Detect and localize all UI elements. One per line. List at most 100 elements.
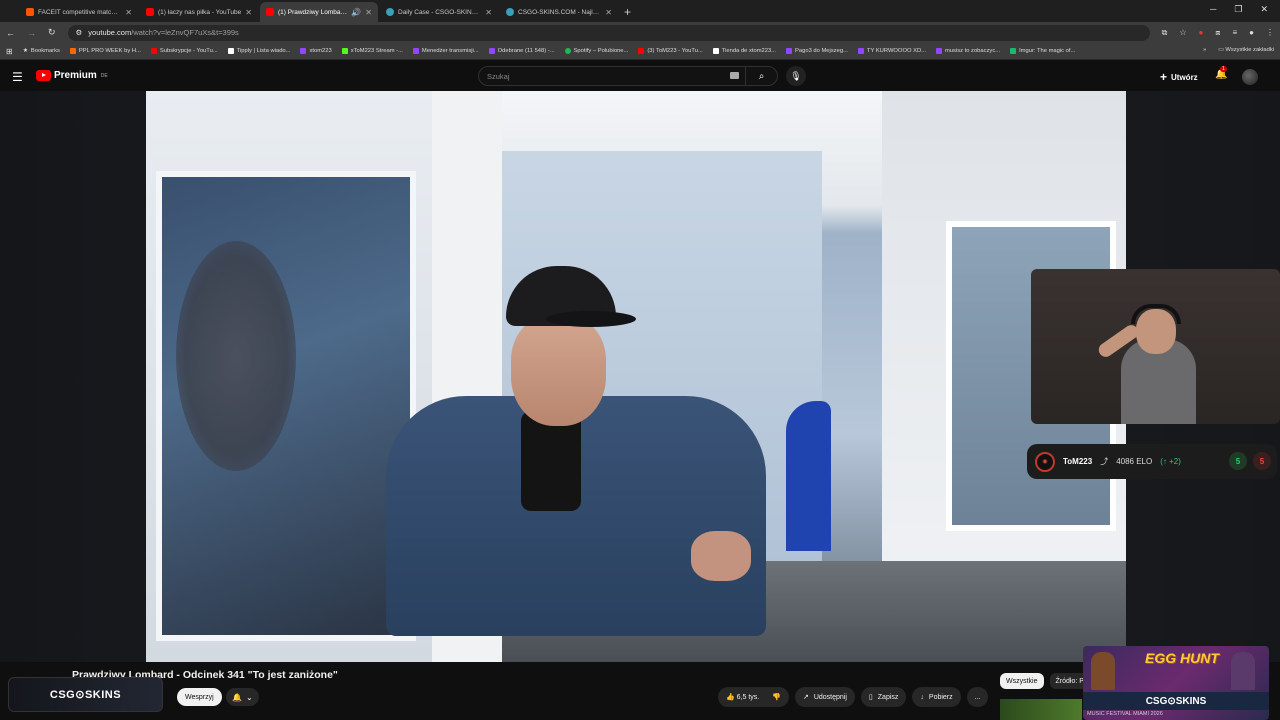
apps-grid-icon[interactable]: ⊞ — [6, 47, 13, 56]
all-bookmarks-button[interactable]: ▭ Wszystkie zakładki — [1218, 47, 1274, 53]
scene-hands — [691, 531, 751, 581]
window-controls: ─ ❐ ✕ — [1210, 0, 1280, 15]
keyboard-icon[interactable] — [730, 72, 739, 79]
profile-icon[interactable]: ● — [1249, 28, 1254, 38]
create-button[interactable]: + Utwórz — [1160, 70, 1198, 84]
scene-face — [511, 316, 606, 426]
faceit-level-icon: ◉ — [1035, 451, 1055, 472]
ad-subtitle: MUSIC FESTIVAL MIAMI 2026 — [1087, 711, 1163, 717]
thumbs-up-icon: 👍 — [726, 694, 735, 701]
related-video-thumbnail[interactable] — [1000, 699, 1082, 720]
search-button[interactable]: ⌕ — [745, 66, 777, 86]
bookmark-item[interactable]: TY KURWOOOO XD... — [857, 48, 926, 54]
bookmark-item[interactable]: Tienda de xtom223... — [712, 48, 776, 54]
address-bar[interactable]: ⚙ youtube.com/watch?v=leZnvQF7uXs&t=399s — [67, 24, 1150, 41]
youtube-favicon-icon — [638, 48, 645, 54]
trend-up-icon: ⤴ — [1100, 457, 1109, 466]
ad-banner[interactable]: EGG HUNT CSG⊙SKINS MUSIC FESTIVAL MIAMI … — [1083, 646, 1269, 720]
scene-blue-figure — [786, 401, 831, 551]
youtube-logo[interactable]: Premium DE — [36, 70, 108, 81]
save-button[interactable]: ▯ Zapisz — [860, 687, 907, 707]
scene-cap-brim — [546, 311, 636, 327]
bookmark-item[interactable]: ★ Bookmarks — [23, 48, 60, 54]
like-button[interactable]: 👍 6,5 tys. — [726, 693, 759, 701]
search-input[interactable]: Szukaj ⌕ — [478, 66, 778, 86]
browser-toolbar: ← → ↻ ⚙ youtube.com/watch?v=leZnvQF7uXs&… — [0, 22, 1280, 43]
twitch-favicon-icon — [857, 48, 864, 54]
download-button[interactable]: ↓ Pobierz — [912, 687, 961, 707]
avatar[interactable] — [1242, 69, 1258, 85]
bookmark-star-icon[interactable]: ☆ — [1179, 28, 1186, 38]
browser-tab-strip: FACEIT competitive match - FAC✕ (1) łacz… — [0, 0, 1280, 22]
csgoskins-favicon-icon — [386, 8, 394, 16]
download-icon: ↓ — [920, 693, 924, 701]
close-tab-icon[interactable]: ✕ — [125, 8, 132, 17]
streamer-webcam — [1031, 269, 1280, 424]
youtube-favicon-icon — [266, 8, 274, 16]
bookmark-item[interactable]: Tipply | Lista wiado... — [227, 48, 290, 54]
dislike-button[interactable]: 👎 — [772, 693, 781, 701]
headset-icon — [1131, 304, 1181, 324]
close-tab-icon[interactable]: ✕ — [365, 8, 372, 17]
chip-all[interactable]: Wszystkie — [1000, 673, 1044, 689]
more-actions-button[interactable]: ... — [966, 687, 989, 707]
microphone-icon: 🎙 — [790, 70, 802, 81]
close-tab-icon[interactable]: ✕ — [485, 8, 492, 17]
support-button[interactable]: Wesprzyj — [177, 688, 222, 706]
browser-tab-active[interactable]: (1) Prawdziwy Lombard - O🔊✕ — [260, 2, 378, 22]
bookmark-item[interactable]: (3) ToM223 - YouTu... — [638, 48, 703, 54]
opera-extension-icon[interactable]: ● — [1199, 28, 1204, 38]
browser-menu-icon[interactable]: ⋮ — [1266, 28, 1274, 38]
thumbs-down-icon: 👎 — [772, 694, 781, 701]
bookmark-item[interactable]: xToM223 Stream -... — [341, 48, 403, 54]
speaker-icon[interactable]: 🔊 — [351, 8, 361, 17]
forward-icon[interactable]: → — [27, 28, 36, 38]
scene-man — [386, 266, 766, 636]
twitch-favicon-icon — [786, 48, 793, 54]
browser-extensions: ⧉ ☆ ● ⧈ ≡ ● ⋮ — [1162, 28, 1274, 38]
browser-tab[interactable]: FACEIT competitive match - FAC✕ — [20, 2, 138, 22]
close-window-icon[interactable]: ✕ — [1260, 4, 1268, 15]
bookmark-item[interactable]: Menedżer transmisji... — [412, 48, 479, 54]
voice-search-button[interactable]: 🎙 — [786, 66, 806, 86]
bookmark-item[interactable]: Spotify – Polubione... — [564, 48, 628, 54]
bookmark-item[interactable]: Pago3 do Mejszeg... — [786, 48, 848, 54]
subscription-bell-button[interactable]: 🔔 ⌄ — [226, 688, 259, 706]
bookmark-item[interactable]: xtom223 — [300, 48, 332, 54]
youtube-header: ☰ Premium DE Szukaj ⌕ 🎙 + Utwórz 🔔 1 — [0, 61, 1280, 91]
tab-search-icon[interactable]: ≡ — [1232, 28, 1237, 38]
chevron-down-icon: ⌄ — [245, 692, 253, 702]
maximize-icon[interactable]: ❐ — [1234, 4, 1242, 15]
close-tab-icon[interactable]: ✕ — [245, 8, 252, 17]
close-tab-icon[interactable]: ✕ — [605, 8, 612, 17]
browser-tab[interactable]: CSGO-SKINS.COM - Najlepsze ✕ — [500, 2, 618, 22]
faceit-favicon-icon — [26, 8, 34, 16]
bookmark-item[interactable]: Odebrane (11 548) -... — [488, 48, 555, 54]
install-app-icon[interactable]: ⧉ — [1162, 28, 1168, 38]
bookmark-item[interactable]: Subskrypcje - YouTu... — [150, 48, 218, 54]
bookmark-item[interactable]: musisz to zobaczyc... — [935, 48, 1000, 54]
video-frame[interactable] — [146, 91, 1126, 662]
back-icon[interactable]: ← — [6, 28, 15, 38]
hamburger-menu-icon[interactable]: ☰ — [12, 70, 23, 84]
bookmark-item[interactable]: PPL PRO WEEK by H... — [69, 48, 141, 54]
twitch-favicon-icon — [935, 48, 942, 54]
youtube-favicon-icon — [150, 48, 157, 54]
more-bookmarks-button[interactable]: » — [1203, 47, 1206, 53]
new-tab-button[interactable]: + — [624, 2, 631, 22]
browser-tab[interactable]: (1) łaczy nas piłka - YouTube ✕ — [140, 2, 258, 22]
bookmark-item[interactable]: Imgur: The magic of... — [1010, 48, 1075, 54]
bookmark-icon: ▯ — [868, 694, 873, 701]
losses-count: 5 — [1253, 452, 1271, 470]
ad-character — [1091, 652, 1115, 690]
extensions-icon[interactable]: ⧈ — [1215, 28, 1220, 38]
browser-tab[interactable]: Daily Case - CSGO-SKINS.COM✕ — [380, 2, 498, 22]
share-button[interactable]: ↗ Udostępnij — [794, 687, 855, 707]
minimize-icon[interactable]: ─ — [1210, 4, 1216, 15]
sponsor-banner[interactable]: CSG⊙SKINS — [8, 677, 163, 712]
reload-icon[interactable]: ↻ — [48, 27, 56, 38]
twitch-favicon-icon — [300, 48, 307, 54]
notifications-button[interactable]: 🔔 1 — [1215, 66, 1227, 80]
site-info-icon[interactable]: ⚙ — [76, 28, 83, 37]
star-icon: ★ — [22, 48, 28, 54]
